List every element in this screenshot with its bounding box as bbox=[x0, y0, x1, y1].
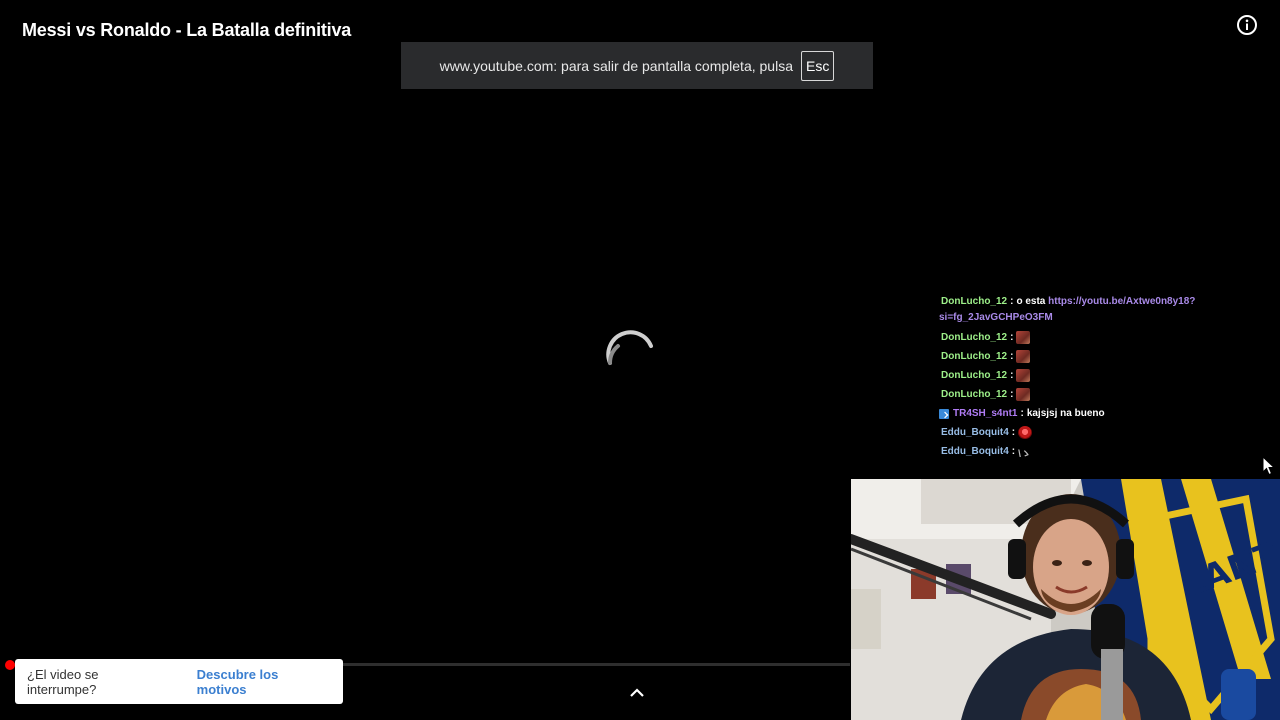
webcam-feed: LANTA bbox=[851, 479, 1280, 720]
chat-username[interactable]: TR4SH_s4nt1 bbox=[953, 408, 1017, 419]
rock-emote-icon bbox=[1016, 331, 1031, 344]
chevron-up-icon[interactable] bbox=[628, 685, 646, 699]
chat-username[interactable]: DonLucho_12 bbox=[941, 389, 1007, 400]
chat-separator: : bbox=[1011, 446, 1016, 457]
chat-separator: : bbox=[1011, 427, 1016, 438]
shield-emote-icon bbox=[1018, 426, 1033, 439]
chat-message: DonLucho_12: o esta https://youtu.be/Axtw… bbox=[939, 294, 1239, 326]
chat-text: kajsjsj na bueno bbox=[1026, 408, 1105, 419]
mouse-pointer-icon bbox=[1262, 456, 1276, 476]
fullscreen-toast-message: www.youtube.com: para salir de pantalla … bbox=[439, 57, 793, 74]
chat-username[interactable]: Eddu_Boquit4 bbox=[941, 446, 1009, 457]
loading-spinner-icon bbox=[606, 330, 653, 365]
esc-key: Esc bbox=[800, 50, 835, 81]
rock-emote-icon bbox=[1016, 369, 1031, 382]
chat-message: DonLucho_12: bbox=[939, 328, 1239, 347]
chat-username[interactable]: DonLucho_12 bbox=[941, 370, 1007, 381]
video-title: Messi vs Ronaldo - La Batalla definitiva bbox=[22, 20, 352, 40]
chat-message: DonLucho_12: bbox=[939, 385, 1239, 404]
progress-scrubber[interactable] bbox=[5, 660, 15, 670]
info-icon[interactable] bbox=[1236, 14, 1258, 36]
chat-separator: : bbox=[1010, 351, 1014, 362]
chat-username[interactable]: DonLucho_12 bbox=[941, 351, 1007, 362]
chat-username[interactable]: DonLucho_12 bbox=[941, 296, 1007, 307]
fullscreen-exit-toast: www.youtube.com: para salir de pantalla … bbox=[401, 42, 873, 89]
chat-separator: : bbox=[1020, 408, 1024, 419]
chat-username[interactable]: DonLucho_12 bbox=[941, 332, 1007, 343]
chat-separator: : bbox=[1010, 389, 1014, 400]
rock-emote-icon bbox=[1016, 350, 1031, 363]
chat-separator: : bbox=[1010, 370, 1014, 381]
video-interrupt-card: ¿El video se interrumpe? Descubre los mo… bbox=[15, 659, 343, 704]
rock-emote-icon bbox=[1016, 388, 1031, 401]
chat-overlay: DonLucho_12: o esta https://youtu.be/Axtw… bbox=[939, 294, 1239, 461]
chat-message: Eddu_Boquit4: \ゝ bbox=[939, 442, 1239, 461]
chat-message: DonLucho_12: bbox=[939, 366, 1239, 385]
chat-emote-text: \ゝ bbox=[1018, 449, 1031, 460]
prime-badge-icon bbox=[939, 408, 949, 419]
discover-reasons-link[interactable]: Descubre los motivos bbox=[197, 667, 331, 697]
chat-message: Eddu_Boquit4: bbox=[939, 423, 1239, 442]
video-player[interactable]: Messi vs Ronaldo - La Batalla definitiva… bbox=[0, 0, 1280, 720]
chat-text: o esta bbox=[1016, 296, 1046, 307]
chat-username[interactable]: Eddu_Boquit4 bbox=[941, 427, 1009, 438]
interrupt-question: ¿El video se interrumpe? bbox=[27, 666, 99, 697]
chat-separator: : bbox=[1010, 332, 1014, 343]
chat-separator: : bbox=[1010, 296, 1014, 307]
chat-message: TR4SH_s4nt1: kajsjsj na bueno bbox=[939, 404, 1239, 423]
chat-message: DonLucho_12: bbox=[939, 347, 1239, 366]
